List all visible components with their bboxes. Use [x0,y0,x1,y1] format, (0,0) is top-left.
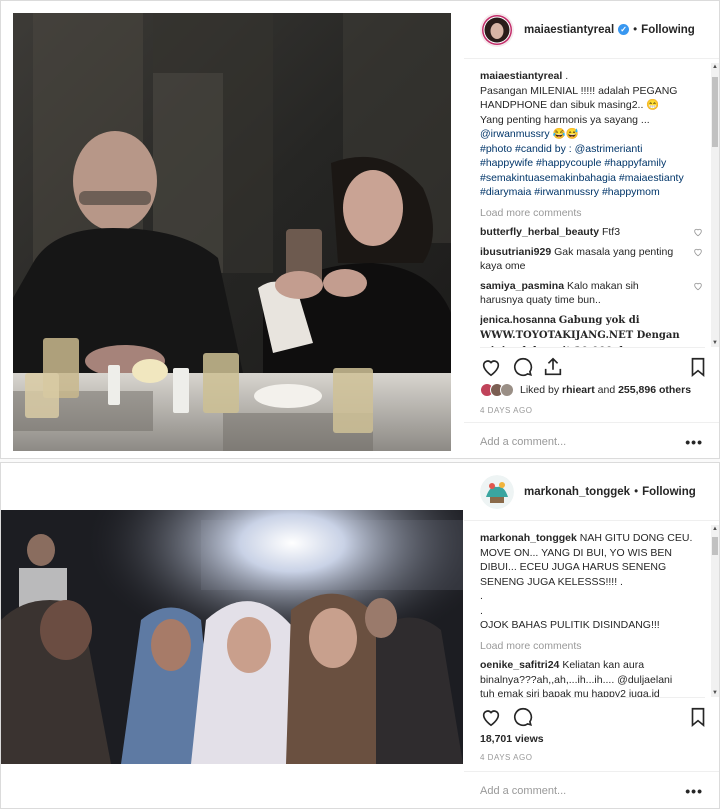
likes-count-link[interactable]: 255,896 others [618,384,691,396]
comment-like-icon[interactable] [693,227,703,237]
comment-username[interactable]: jenica.hosanna [480,314,556,326]
comment-item: oenike_safitri24 Keliatan kan aura binal… [480,658,707,697]
share-icon[interactable] [542,356,564,378]
caption-line-3: DIBUI... ECEU JUGA HARUS SENENG [480,561,667,573]
likers-avatars[interactable] [480,383,514,397]
comments-scrollbar[interactable]: ▲ ▼ [711,525,719,697]
comments-scrollbar[interactable]: ▲ ▼ [711,63,719,347]
post-video-group[interactable] [1,510,463,764]
caption-line-5: . [480,590,483,602]
comments-list: maiaestiantyreal . Pasangan MILENIAL !!!… [480,69,707,347]
caption-line-2: HANDPHONE dan sibuk masing2.. 😁 [480,99,660,111]
load-more-comments-link[interactable]: Load more comments [480,639,707,654]
caption: markonah_tonggek NAH GITU DONG CEU. MOVE… [480,531,707,633]
heart-icon[interactable] [480,356,502,378]
separator-dot: • [633,23,638,36]
bookmark-icon[interactable] [687,356,709,378]
post-1: maiaestiantyreal ✓ • Following maiaestia… [0,0,720,459]
views-count[interactable]: 18,701 views [480,733,544,745]
caption-user-suffix: . [565,70,569,82]
caption-line-3: Yang penting harmonis ya sayang ... [480,113,650,126]
post-1-sidebar: maiaestiantyreal ✓ • Following maiaestia… [464,1,719,458]
scrollbar-thumb[interactable] [712,537,718,555]
post-header: maiaestiantyreal ✓ • Following [464,1,719,59]
caption-hashtags-1[interactable]: #photo #candid by : @astrimerianti [480,142,707,157]
caption-hashtags-2[interactable]: #happywife #happycouple #happyfamily [480,156,707,171]
post-timestamp[interactable]: 4 DAYS AGO [480,406,532,415]
scrollbar-thumb[interactable] [712,77,718,147]
action-bar [480,347,705,378]
comment-username[interactable]: samiya_pasmina [480,280,564,292]
caption-line-6: . [480,604,483,617]
add-comment-input[interactable] [480,784,660,797]
comment-item: samiya_pasmina Kalo makan sih harusnya q… [480,279,707,308]
avatar-image [480,474,514,509]
comment-item: jenica.hosanna Gabung yok di WWW.TOYOTAK… [480,313,707,348]
username-link[interactable]: maiaestiantyreal [524,24,614,36]
separator-dot: • [634,485,639,498]
comment-item: ibusutriani929 Gak masala yang penting k… [480,245,707,274]
avatar[interactable] [480,12,514,47]
scroll-up-arrow-icon[interactable]: ▲ [711,63,719,71]
username-link[interactable]: markonah_tonggek [524,486,630,498]
comment-username[interactable]: ibusutriani929 [480,246,551,258]
more-options-icon[interactable]: ••• [685,434,703,450]
comment-like-icon[interactable] [693,281,703,291]
caption-mention[interactable]: @irwanmussry 😂😅 [480,127,707,142]
caption-hashtags-3[interactable]: #semakintuasemakinbahagia #maiaestianty [480,171,707,186]
likes-row: Liked by rhieart and 255,896 others [480,383,707,397]
comment-text: Ftf3 [601,226,621,238]
caption-line-4: SENENG JUGA KELESSS!!!! . [480,575,623,588]
caption-line-2: MOVE ON... YANG DI BUI, YO WIS BEN [480,546,672,559]
verified-icon: ✓ [618,24,630,35]
load-more-comments-link[interactable]: Load more comments [480,206,707,221]
more-options-icon[interactable]: ••• [685,783,703,799]
caption-hashtags-4[interactable]: #diarymaia #irwanmussry #happymom [480,185,707,200]
comment-item: butterfly_herbal_beauty Ftf3 [480,225,707,240]
avatar-image [480,12,514,47]
caption: maiaestiantyreal . Pasangan MILENIAL !!!… [480,69,707,200]
post-timestamp[interactable]: 4 DAYS AGO [480,753,532,762]
post-2: markonah_tonggek • Following markonah_to… [0,462,720,809]
caption-username[interactable]: markonah_tonggek [480,532,577,544]
heart-icon[interactable] [480,706,502,728]
scroll-down-arrow-icon[interactable]: ▼ [711,339,719,347]
likes-and: and [597,384,616,396]
avatar[interactable] [480,474,514,509]
following-button[interactable]: Following [641,24,695,36]
add-comment-bar: ••• [464,771,719,808]
post-photo-couple[interactable] [13,13,451,451]
comments-list: markonah_tonggek NAH GITU DONG CEU. MOVE… [480,531,707,697]
video-scene [1,510,463,764]
add-comment-input[interactable] [480,435,660,448]
likes-prefix: Liked by [520,384,560,396]
post-2-sidebar: markonah_tonggek • Following markonah_to… [464,463,719,808]
liker-username[interactable]: rhieart [562,384,595,396]
photo-scene [13,13,451,451]
bookmark-icon[interactable] [687,706,709,728]
comment-icon[interactable] [512,356,534,378]
caption-line-7: OJOK BAHAS PULITIK DISINDANG!!! [480,619,660,631]
scroll-up-arrow-icon[interactable]: ▲ [711,525,719,533]
caption-line-1: NAH GITU DONG CEU. [579,532,693,544]
add-comment-bar: ••• [464,422,719,458]
comment-like-icon[interactable] [693,247,703,257]
caption-username[interactable]: maiaestiantyreal [480,70,562,82]
caption-line-1: Pasangan MILENIAL !!!!! adalah PEGANG [480,84,678,97]
post-header: markonah_tonggek • Following [464,463,719,521]
liker-avatar [500,383,514,397]
comment-username[interactable]: butterfly_herbal_beauty [480,226,599,238]
action-bar [480,697,705,728]
comment-username[interactable]: oenike_safitri24 [480,659,559,671]
following-button[interactable]: Following [642,486,696,498]
scroll-down-arrow-icon[interactable]: ▼ [711,689,719,697]
comment-icon[interactable] [512,706,534,728]
